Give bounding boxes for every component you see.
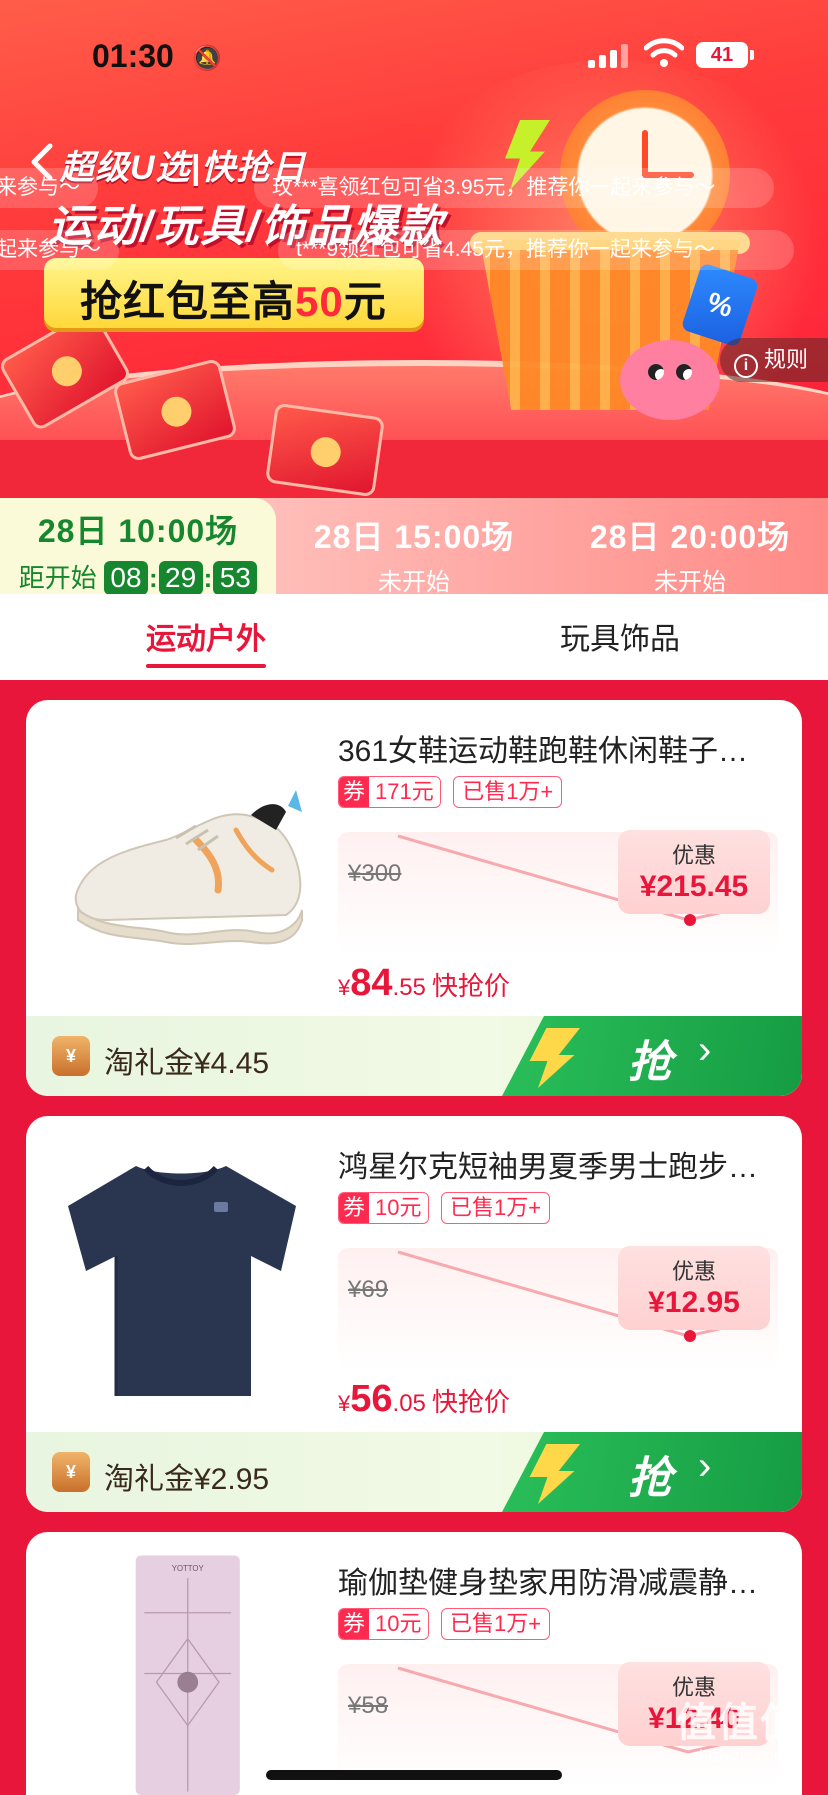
price-currency: ¥ [338,975,351,1000]
banner-band [0,440,828,500]
discount-value: ¥12.95 [648,1286,740,1319]
grab-button[interactable]: 抢 › [502,1432,802,1512]
product-title: 361女鞋运动鞋跑鞋休闲鞋子… [338,735,749,768]
mat-brand-text: YOTTOY [172,1564,205,1573]
red-envelope-icon [264,402,386,498]
price-currency: ¥ [338,1391,351,1416]
price-integer: 84 [350,962,393,1004]
watermark-url: zhizhizhi.com [690,1748,788,1765]
gift-money-label: 淘礼金¥2.95 [104,1463,270,1496]
rules-label: 规则 [764,347,809,372]
session-time: 28日 15:00场 [313,519,515,555]
session-tab-1500[interactable]: 28日 15:00场 未开始 [276,498,552,596]
coupon-badge: 券 10元 [338,1192,429,1224]
promo-amount: 50 [295,278,344,325]
product-badges: 券 171元 已售1万+ [338,776,563,808]
sold-badge: 已售1万+ [440,1192,551,1224]
product-card[interactable]: 361女鞋运动鞋跑鞋休闲鞋子… 券 171元 已售1万+ ¥300 优惠 ¥215… [26,700,802,1096]
tab-sports-outdoor[interactable]: 运动户外 [146,614,266,668]
price-integer: 56 [350,1378,393,1420]
gift-money-label: 淘礼金¥4.45 [104,1047,270,1080]
grab-label: 抢 [628,1454,672,1503]
coupon-value: 10元 [375,1195,422,1220]
countdown-label: 距开始 [18,563,97,593]
flash-price: ¥56.05 快抢价 [338,1378,510,1421]
promo-prefix: 抢红包至高 [80,278,296,325]
price-label: 快抢价 [431,1387,510,1417]
sold-badge: 已售1万+ [440,1608,551,1640]
original-price: ¥69 [348,1276,389,1303]
info-icon: i [734,354,758,378]
mascot-icon [620,340,720,420]
sneaker-image [74,790,303,945]
session-tabs: 28日 10:00场 距开始 08:29:53 28日 15:00场 未开始 2… [0,498,828,596]
price-drop-graph: ¥300 优惠 ¥215.45 [338,830,778,956]
coupon-value: 171元 [375,779,434,804]
original-price: ¥58 [348,1692,389,1719]
status-time: 01:30 [92,38,174,74]
cellular-signal-icon [588,44,630,68]
flash-price: ¥84.55 快抢价 [338,962,510,1005]
discount-box: 优惠 ¥12.95 [618,1246,770,1330]
session-tab-2000[interactable]: 28日 20:00场 未开始 [552,498,828,596]
chevron-right-icon: › [698,1444,712,1488]
price-label: 快抢价 [431,971,510,1001]
countdown-hours: 08 [103,561,148,595]
chevron-right-icon: › [698,1028,712,1072]
promo-suffix: 元 [343,278,387,325]
price-drop-graph: ¥69 优惠 ¥12.95 [338,1246,778,1372]
countdown-minutes: 29 [158,561,203,595]
session-time: 28日 20:00场 [589,519,791,555]
grab-button[interactable]: 抢 › [502,1016,802,1096]
tab-toys-accessories[interactable]: 玩具饰品 [560,614,680,658]
yoga-mat-image: YOTTOY [135,1555,240,1795]
discount-value: ¥215.45 [639,870,749,903]
product-title: 瑜伽垫健身垫家用防滑减震静… [338,1567,758,1600]
site-watermark: 值值值 zhizhizhi.com [676,1690,802,1766]
countdown-seconds: 53 [213,561,258,595]
product-title: 鸿星尔克短袖男夏季男士跑步… [338,1151,758,1184]
session-status: 未开始 [654,569,726,596]
discount-label: 优惠 [671,843,716,868]
product-list: 361女鞋运动鞋跑鞋休闲鞋子… 券 171元 已售1万+ ¥300 优惠 ¥215… [0,680,828,1795]
discount-label: 优惠 [671,1259,716,1284]
ticker-message: 起来参与～ [0,230,119,270]
card-footer: ¥ 淘礼金¥4.45 抢 › [26,1016,802,1096]
sold-badge: 已售1万+ [453,776,563,808]
price-decimal: .05 [392,1390,426,1417]
wifi-icon [644,38,684,67]
product-badges: 券 10元 已售1万+ [338,1192,551,1224]
coupon-tag: 券 [339,1609,370,1639]
session-status: 未开始 [378,569,450,596]
discount-box: 优惠 ¥215.45 [618,830,770,914]
ticker-message: t***9领红包可省4.45元，推荐你一起来参与～ [278,230,794,270]
coupon-badge: 券 10元 [338,1608,429,1640]
battery-indicator: 41 [696,42,754,68]
session-tab-1000[interactable]: 28日 10:00场 距开始 08:29:53 [0,498,276,595]
product-card[interactable]: 鸿星尔克短袖男夏季男士跑步… 券 10元 已售1万+ ¥69 优惠 ¥12.95 … [26,1116,802,1512]
ticker-message: 玫***喜领红包可省3.95元，推荐你一起来参与～ [254,168,774,208]
category-tabs: 运动户外 玩具饰品 [0,594,828,680]
countdown: 距开始 08:29:53 [0,558,276,595]
price-decimal: .55 [392,974,426,1001]
muted-bell-icon: 🔕 [192,45,222,72]
session-time: 28日 10:00场 [37,513,239,549]
gift-money-icon: ¥ [52,1452,90,1492]
watermark-logo: 值值值 [676,1701,802,1745]
grab-label: 抢 [628,1038,672,1087]
status-bar: 01:30 🔕 41 [0,0,828,100]
rules-button[interactable]: i 规则 [720,338,828,382]
coupon-tag: 券 [339,777,370,807]
card-footer: ¥ 淘礼金¥2.95 抢 › [26,1432,802,1512]
product-badges: 券 10元 已售1万+ [338,1608,551,1640]
ticker-message: 来参与～ [0,168,98,208]
coupon-tag: 券 [339,1193,370,1223]
coupon-value: 10元 [375,1611,422,1636]
tshirt-image [68,1165,296,1396]
gift-money-icon: ¥ [52,1036,90,1076]
coupon-badge: 券 171元 [338,776,441,808]
original-price: ¥300 [348,860,402,887]
home-indicator[interactable] [266,1770,562,1780]
